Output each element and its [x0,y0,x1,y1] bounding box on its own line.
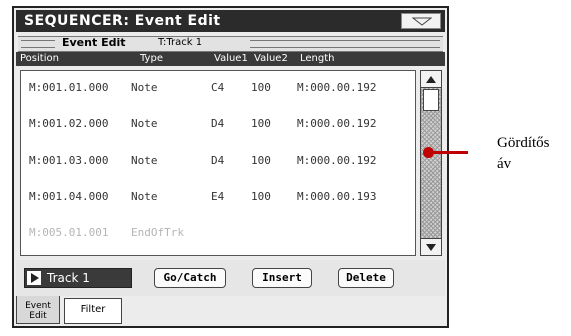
cell-type: Note [131,117,158,130]
cell-value1: D4 [211,154,225,167]
tab-event-edit-line2: Edit [29,311,47,321]
delete-button[interactable]: Delete [338,268,394,288]
scrollbar-thumb[interactable] [423,89,439,111]
tab-bar: Event Edit Filter [14,296,447,326]
go-catch-button[interactable]: Go/Catch [154,268,226,288]
divider [250,40,440,48]
tab-event-edit-line1: Event [25,301,51,311]
arrow-down-icon [426,244,436,251]
col-type: Type [140,53,163,64]
divider [21,40,55,48]
cell-type: Note [131,190,158,203]
cell-length: M:000.00.192 [297,117,377,130]
cell-value2: 100 [251,190,271,203]
cell-position: M:005.01.001 [29,226,109,239]
event-row[interactable]: M:001.04.000 Note E4 100 M:000.00.193 [21,187,411,207]
chevron-down-icon [412,17,432,26]
control-bar: Track 1 Go/Catch Insert Delete [16,260,445,296]
col-value1: Value1 [214,53,248,64]
scroll-up-button[interactable] [420,70,442,88]
tab-event-edit[interactable]: Event Edit [16,296,60,324]
play-arrow-icon [27,271,41,285]
callout-line1: Gördítős [497,135,550,151]
callout-label: Gördítős áv [497,133,550,175]
cell-value1: C4 [211,81,225,94]
callout-line2: áv [497,156,512,172]
event-row[interactable]: M:001.03.000 Note D4 100 M:000.00.192 [21,151,411,171]
tab-filter[interactable]: Filter [64,298,122,324]
col-value2: Value2 [254,53,288,64]
cell-type: EndOfTrk [131,226,184,239]
callout-line [428,151,468,154]
cell-position: M:001.03.000 [29,154,109,167]
cell-length: M:000.00.192 [297,81,377,94]
column-header: Position Type Value1 Value2 Length [16,52,445,66]
page-menu-button[interactable] [401,13,441,29]
cell-value2: 100 [251,81,271,94]
track-label: T:Track 1 [158,37,203,48]
cell-value2: 100 [251,154,271,167]
cell-type: Note [131,81,158,94]
track-selector[interactable]: Track 1 [24,268,132,288]
cell-value1: D4 [211,117,225,130]
scroll-down-button[interactable] [420,238,442,256]
event-list[interactable]: M:001.01.000 Note C4 100 M:000.00.192 M:… [20,70,416,256]
title-bar: SEQUENCER: Event Edit [16,10,445,32]
insert-button[interactable]: Insert [252,268,312,288]
col-length: Length [300,53,335,64]
cell-position: M:001.01.000 [29,81,109,94]
cell-position: M:001.04.000 [29,190,109,203]
callout-dot [423,147,434,158]
section-label: Event Edit [62,36,126,49]
window-title: SEQUENCER: Event Edit [24,13,221,29]
arrow-up-icon [426,76,436,83]
cell-length: M:000.00.193 [297,190,377,203]
track-selector-label: Track 1 [47,271,90,285]
cell-value1: E4 [211,190,225,203]
sequencer-screen: SEQUENCER: Event Edit Event Edit T:Track… [12,6,449,328]
scrollbar[interactable] [420,70,442,256]
event-row[interactable]: M:001.01.000 Note C4 100 M:000.00.192 [21,78,411,98]
cell-position: M:001.02.000 [29,117,109,130]
cell-length: M:000.00.192 [297,154,377,167]
col-position: Position [20,53,59,64]
cell-value2: 100 [251,117,271,130]
section-header: Event Edit T:Track 1 [18,36,443,52]
cell-type: Note [131,154,158,167]
event-row[interactable]: M:001.02.000 Note D4 100 M:000.00.192 [21,114,411,134]
event-row-end[interactable]: M:005.01.001 EndOfTrk [21,223,411,243]
